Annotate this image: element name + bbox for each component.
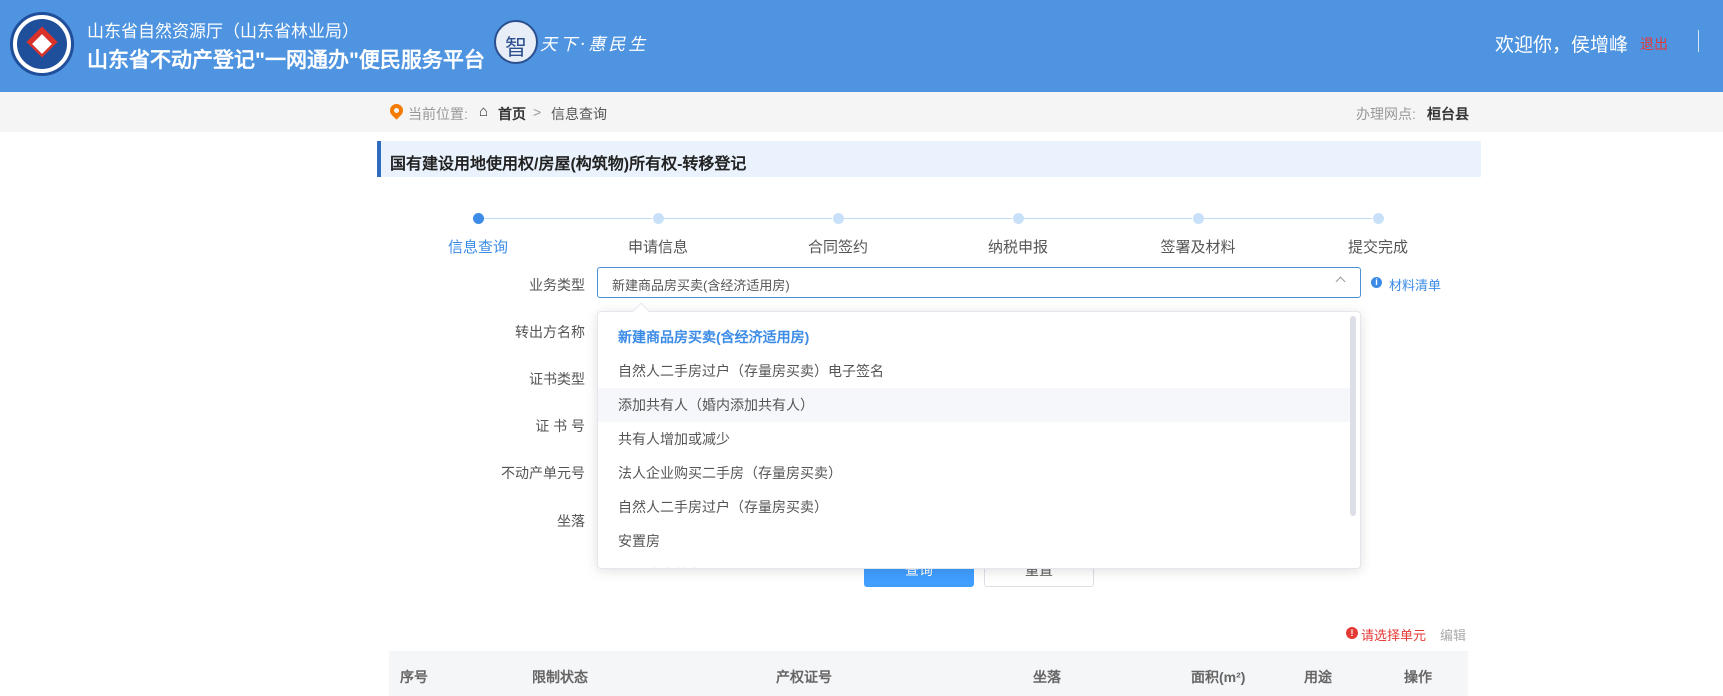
step-dot-6 [1373,213,1384,224]
cert-type-label: 证书类型 [529,371,585,387]
business-type-dropdown: 新建商品房买卖(含经济适用房) 自然人二手房过户（存量房买卖）电子签名 添加共有… [597,311,1361,569]
column-header: 产权证号 [776,669,832,685]
step-label-application: 申请信息 [627,239,688,256]
home-icon[interactable]: ⌂ [479,103,488,120]
edit-button[interactable]: 编辑 [1440,625,1466,644]
column-header: 坐落 [1033,669,1061,685]
step-label-complete: 提交完成 [1347,239,1408,256]
cert-no-label: 证 书 号 [535,418,585,434]
select-unit-warning: 请选择单元 [1361,628,1427,643]
breadcrumb-home-link[interactable]: 首页 [498,104,526,124]
step-dot-1 [473,213,484,224]
dropdown-option[interactable]: 自然人二手房过户（存量房买卖）电子签名 [598,354,1353,388]
column-header: 用途 [1304,669,1332,685]
step-connector [844,218,1012,219]
breadcrumb-separator: > [533,104,542,120]
slogan-logo: 智 [494,20,538,64]
step-dot-5 [1193,213,1204,224]
step-dot-4 [1013,213,1024,224]
dropdown-option[interactable]: 人民法院裁定 [598,558,1353,568]
step-connector [1204,218,1372,219]
location-label: 坐落 [557,513,585,529]
column-header: 面积(m²) [1191,669,1246,685]
header-divider [1698,30,1699,52]
office-label: 办理网点: [1356,106,1416,122]
breadcrumb-current: 信息查询 [551,106,607,122]
dropdown-option[interactable]: 法人企业购买二手房（存量房买卖） [598,456,1353,490]
dropdown-option[interactable]: 自然人二手房过户（存量房买卖） [598,490,1353,524]
step-dot-2 [653,213,664,224]
transferor-label: 转出方名称 [515,324,585,340]
warning-icon: ! [1346,627,1358,639]
unit-no-label: 不动产单元号 [501,465,585,481]
page-title: 国有建设用地使用权/房屋(构筑物)所有权-转移登记 [390,156,747,173]
materials-list-link[interactable]: 材料清单 [1389,275,1441,294]
step-connector [664,218,832,219]
column-header: 序号 [400,669,428,685]
column-header: 操作 [1404,669,1432,685]
step-connector [484,218,652,219]
business-type-label: 业务类型 [529,277,585,293]
welcome-text: 欢迎你，侯增峰 [1495,35,1629,56]
dropdown-option[interactable]: 安置房 [598,524,1353,558]
info-icon: i [1371,277,1382,288]
step-connector [1024,218,1192,219]
column-header: 限制状态 [532,669,588,685]
dropdown-option[interactable]: 新建商品房买卖(含经济适用房) [598,320,1353,354]
platform-name: 山东省不动产登记"一网通办"便民服务平台 [87,49,485,72]
step-dot-3 [833,213,844,224]
dropdown-option[interactable]: 共有人增加或减少 [598,422,1353,456]
org-name: 山东省自然资源厅（山东省林业局） [87,22,359,41]
step-label-info-query: 信息查询 [447,239,508,256]
dropdown-option[interactable]: 添加共有人（婚内添加共有人） [598,388,1353,422]
dropdown-scrollbar[interactable] [1350,316,1356,516]
business-type-value: 新建商品房买卖(含经济适用房) [612,278,790,293]
logo-emblem [10,12,74,76]
step-label-contract: 合同签约 [807,239,868,256]
logout-link[interactable]: 退出 [1640,34,1668,54]
office-value: 桓台县 [1427,106,1469,122]
slogan-text: 天下·惠民生 [540,35,649,55]
breadcrumb-label: 当前位置: [408,106,468,122]
step-label-signing: 签署及材料 [1160,239,1236,256]
step-label-tax: 纳税申报 [987,239,1048,256]
